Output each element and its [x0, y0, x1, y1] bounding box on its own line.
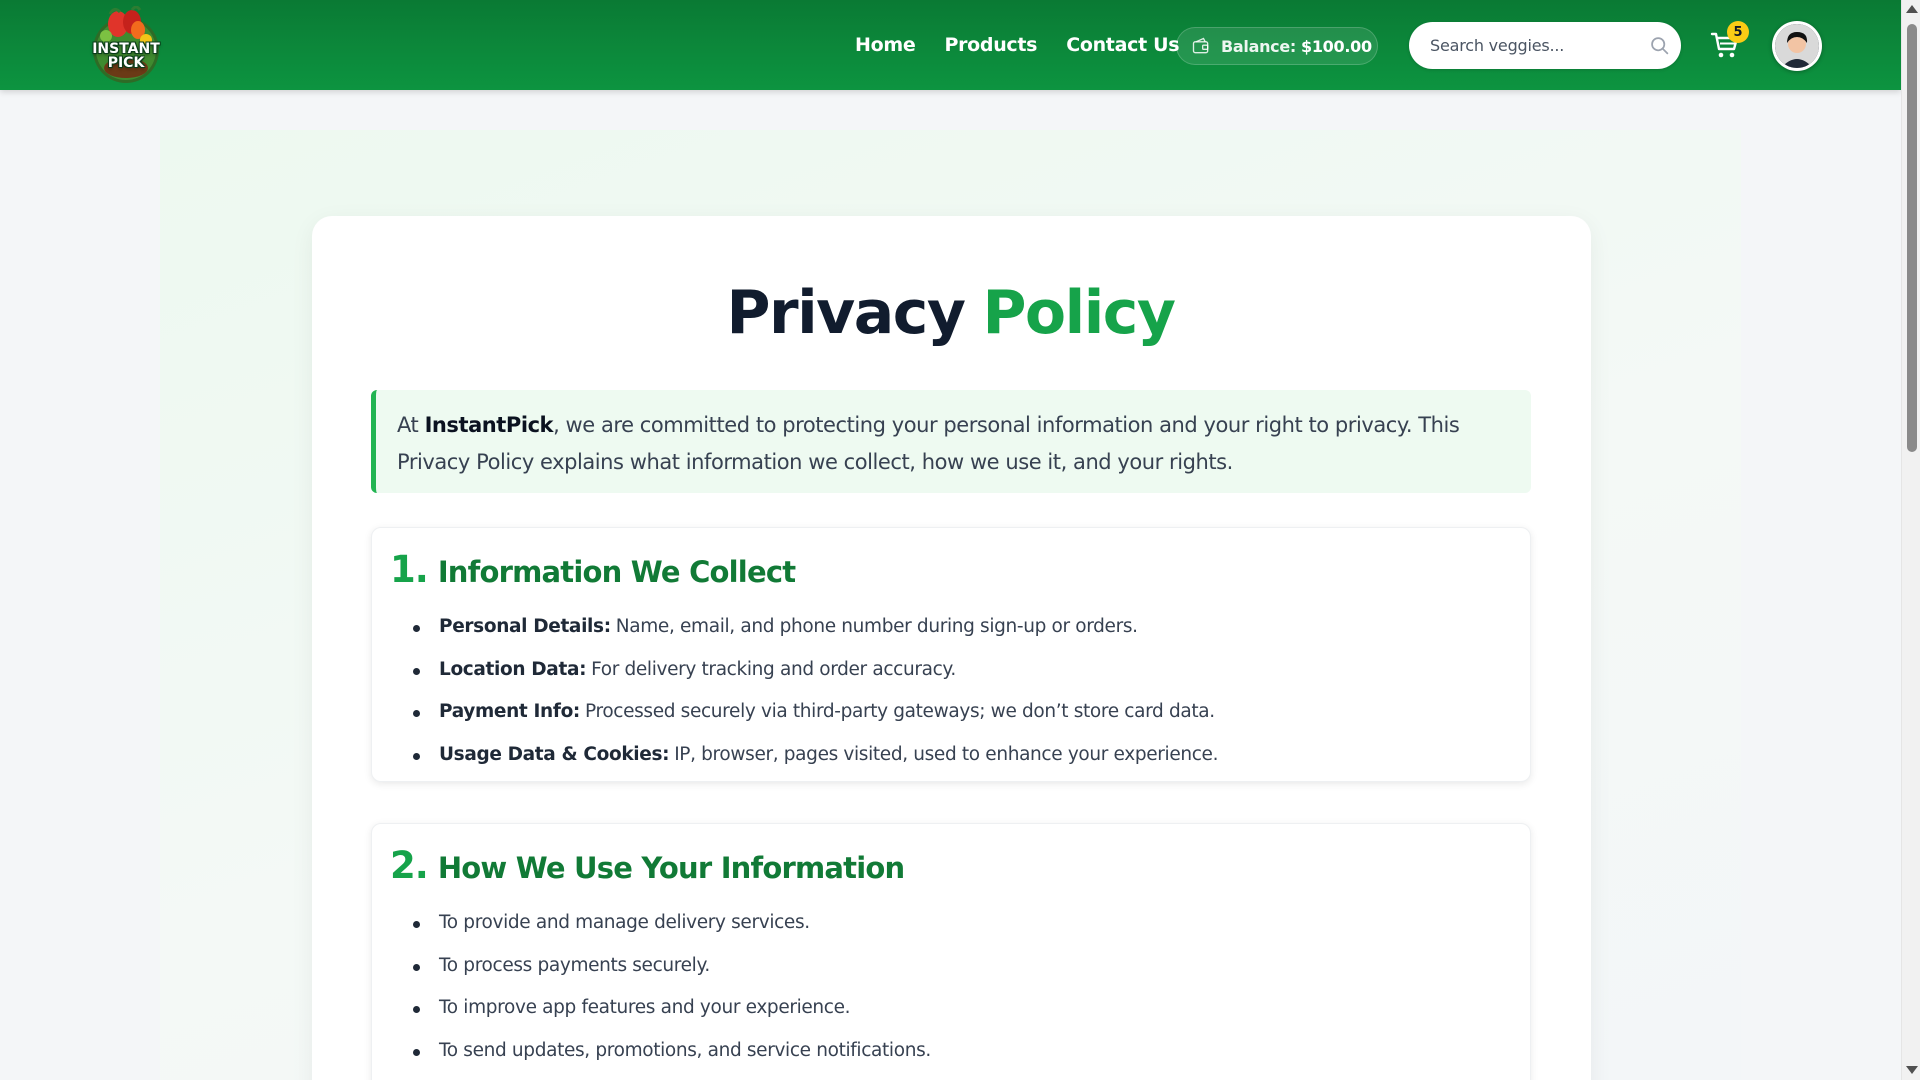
section-heading: 2. How We Use Your Information [390, 844, 905, 887]
search-box [1409, 22, 1681, 69]
list-item-text: IP, browser, pages visited, used to enha… [674, 744, 1219, 766]
search-input[interactable] [1409, 22, 1639, 69]
nav-home[interactable]: Home [855, 34, 916, 56]
section-information-we-collect: 1. Information We Collect Personal Detai… [371, 527, 1531, 782]
section-list: To provide and manage delivery services.… [411, 902, 931, 1073]
list-item-key: Usage Data & Cookies: [439, 744, 670, 766]
logo-text-line2: PICK [107, 55, 145, 71]
list-item: Usage Data & Cookies: IP, browser, pages … [411, 734, 1218, 777]
balance-value: $100.00 [1301, 36, 1372, 56]
intro-callout: At InstantPick, we are committed to prot… [371, 390, 1531, 493]
logo-text-line1: INSTANT [92, 41, 160, 57]
list-item: To improve app features and your experie… [411, 987, 931, 1030]
list-item-key: Location Data: [439, 658, 587, 680]
list-item: To process payments securely. [411, 945, 931, 988]
page-scrollbar[interactable] [1901, 0, 1920, 1080]
list-item: To provide and manage delivery services. [411, 902, 931, 945]
section-number: 2. [390, 844, 429, 887]
instant-pick-logo[interactable]: INSTANT PICK [88, 5, 164, 84]
scroll-down-arrow-icon[interactable] [1906, 1066, 1918, 1074]
search-icon[interactable] [1649, 35, 1670, 56]
balance-pill[interactable]: Balance: $100.00 [1176, 27, 1378, 65]
cart-count-badge: 5 [1727, 21, 1749, 43]
section-list: Personal Details: Name, email, and phone … [411, 606, 1218, 777]
nav-products[interactable]: Products [944, 34, 1037, 56]
list-item-key: Personal Details: [439, 616, 611, 637]
wallet-icon [1192, 37, 1209, 54]
user-avatar[interactable] [1772, 21, 1822, 71]
section-title: Information We Collect [437, 555, 796, 589]
page-title: Privacy Policy [0, 273, 1901, 353]
balance-label: Balance: [1221, 36, 1296, 56]
section-number: 1. [390, 548, 429, 591]
list-item-text: Processed securely via third-party gatew… [584, 701, 1215, 723]
main-nav: Home Products Contact Us [855, 0, 1208, 90]
section-heading: 1. Information We Collect [390, 548, 796, 591]
list-item-text: For delivery tracking and order accuracy… [591, 658, 956, 680]
intro-prefix: At [397, 413, 425, 437]
intro-brand: InstantPick [424, 413, 554, 437]
title-part-1: Privacy [726, 278, 966, 348]
list-item-key: Payment Info: [439, 701, 580, 723]
logo-text: INSTANT PICK [88, 42, 164, 70]
user-avatar-icon [1775, 24, 1819, 68]
list-item: To send updates, promotions, and service… [411, 1030, 931, 1073]
list-item: Location Data: For delivery tracking and … [411, 649, 1218, 692]
scroll-thumb[interactable] [1907, 24, 1917, 452]
scroll-up-arrow-icon[interactable] [1906, 5, 1918, 13]
title-part-2: Policy [982, 278, 1176, 348]
top-navbar: INSTANT PICK Home Products Contact Us Ba… [0, 0, 1901, 90]
section-title: How We Use Your Information [437, 851, 905, 885]
list-item: Personal Details: Name, email, and phone … [411, 606, 1218, 649]
list-item: Payment Info: Processed securely via thir… [411, 691, 1218, 734]
nav-contact-us[interactable]: Contact Us [1066, 34, 1179, 56]
intro-text: , we are committed to protecting your pe… [397, 413, 1460, 474]
list-item-text: Name, email, and phone number during sig… [615, 616, 1138, 637]
section-how-we-use-information: 2. How We Use Your Information To provid… [371, 823, 1531, 1080]
